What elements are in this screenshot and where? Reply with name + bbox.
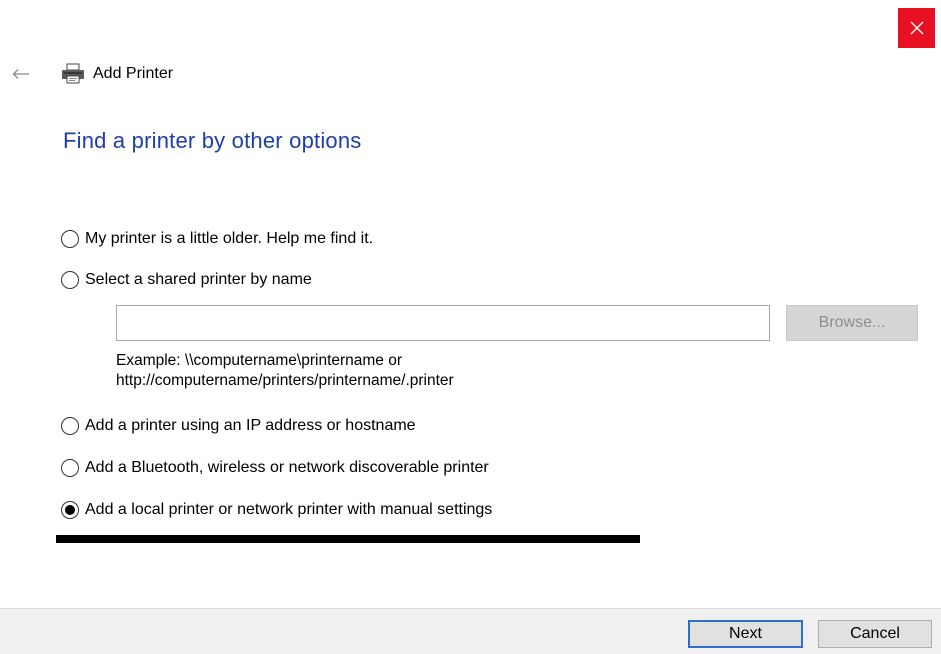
page-title: Find a printer by other options [63,128,362,153]
dialog-footer: Next Cancel [0,608,941,654]
radio-button[interactable] [61,459,79,477]
option-label: Add a Bluetooth, wireless or network dis… [85,459,489,476]
browse-button[interactable]: Browse... [786,305,918,341]
option-label: Select a shared printer by name [85,271,312,288]
example-line-2: http://computername/printers/printername… [116,372,454,389]
radio-button[interactable] [61,417,79,435]
radio-button-selected[interactable] [61,501,79,519]
window-title: Add Printer [93,65,174,82]
next-button[interactable]: Next [688,620,803,648]
option-ip-address[interactable]: Add a printer using an IP address or hos… [61,417,416,435]
close-button[interactable] [898,8,935,48]
option-label: Add a printer using an IP address or hos… [85,417,416,434]
radio-button[interactable] [61,230,79,248]
window-header: Add Printer [8,60,173,88]
cancel-button[interactable]: Cancel [818,620,932,648]
radio-dot [65,505,75,515]
back-button[interactable] [8,61,34,87]
shared-printer-name-input[interactable] [116,305,770,341]
example-text: Example: \\computername\printername or h… [116,351,454,391]
option-older-printer[interactable]: My printer is a little older. Help me fi… [61,230,373,248]
annotation-underline [56,535,640,543]
option-bluetooth-wireless[interactable]: Add a Bluetooth, wireless or network dis… [61,459,489,477]
option-local-printer[interactable]: Add a local printer or network printer w… [61,501,492,519]
option-label: Add a local printer or network printer w… [85,501,493,518]
example-line-1: Example: \\computername\printername or [116,352,403,369]
option-label: My printer is a little older. Help me fi… [85,230,374,247]
radio-button[interactable] [61,271,79,289]
back-arrow-icon [12,69,29,79]
printer-icon [60,63,86,85]
close-icon [910,21,923,35]
option-shared-printer[interactable]: Select a shared printer by name [61,271,312,289]
